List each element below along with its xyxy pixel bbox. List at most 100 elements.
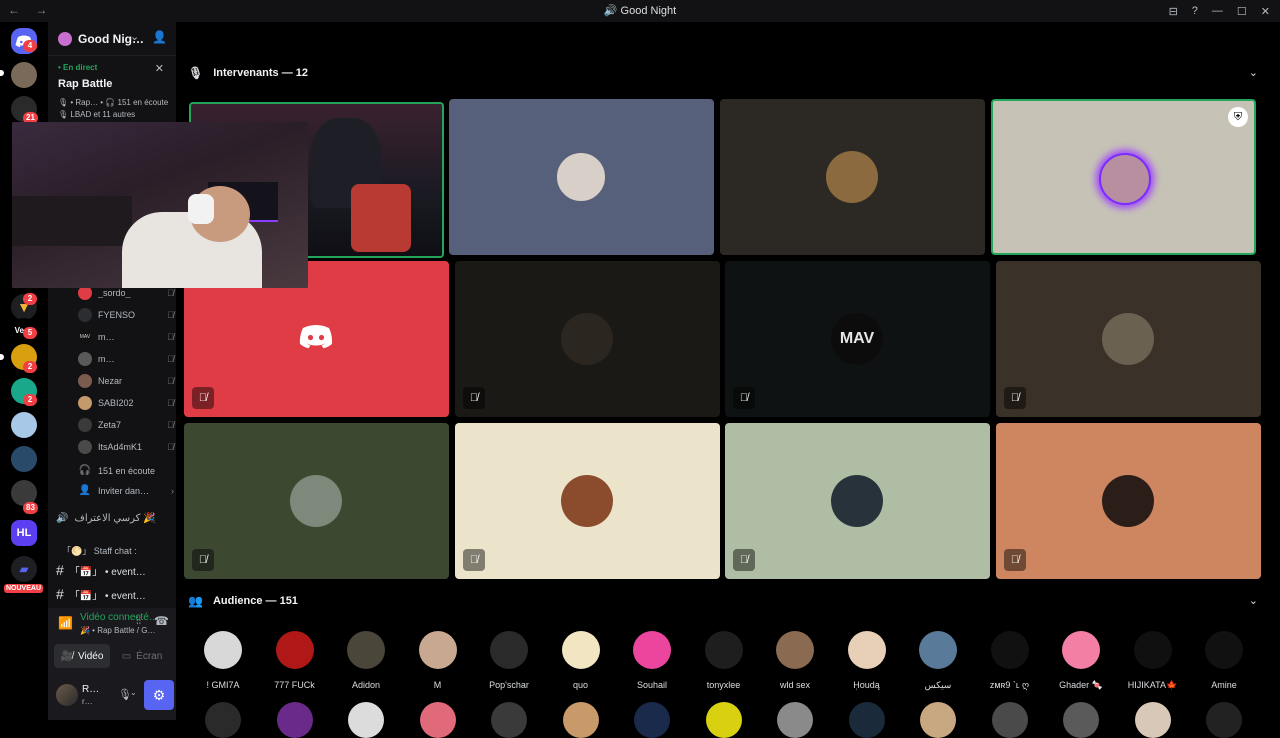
audience-member-avatar[interactable] <box>848 702 885 738</box>
stage-icon: 🔊 <box>603 5 621 17</box>
folder-icon[interactable]: ▰ <box>11 556 37 582</box>
audience-member-name: ! GMI7A <box>206 680 240 690</box>
audience-header[interactable]: 👥 Audience — 151 <box>188 591 298 611</box>
noise-suppression-icon[interactable]: ⫶⫶ <box>136 616 141 627</box>
video-off-icon: 🎥̸ <box>60 650 74 662</box>
member-item[interactable]: FYENSO 🎙̸ <box>78 306 174 324</box>
chevron-down-icon[interactable]: ⌄ <box>130 688 137 697</box>
member-item[interactable]: MAV m… 🎙̸ <box>78 328 174 346</box>
speaker-tile[interactable]: MAV 🎙̸ <box>725 261 990 417</box>
audience-member[interactable]: Pop'schar <box>477 631 541 690</box>
avatar <box>78 286 92 300</box>
audience-member[interactable]: wld sex <box>763 631 827 690</box>
audience-member[interactable]: M <box>406 631 470 690</box>
speaker-tile[interactable]: 🎙̸ <box>725 423 990 579</box>
speaker-tile[interactable]: 🎙̸ <box>455 261 720 417</box>
audience-member[interactable]: 777 FUCk <box>263 631 327 690</box>
speaker-tile[interactable] <box>720 99 985 255</box>
audience-member-avatar[interactable] <box>491 702 527 738</box>
gaming-chair <box>351 184 411 252</box>
audience-member-avatar[interactable] <box>777 702 813 738</box>
audience-member-avatar[interactable] <box>1134 702 1171 738</box>
listener-count[interactable]: 🎧 151 en écoute <box>78 462 174 480</box>
audience-member[interactable]: tonyxlee <box>692 631 756 690</box>
server-icon[interactable] <box>11 412 37 438</box>
audience-member-avatar[interactable] <box>205 702 241 738</box>
invite-link[interactable]: 👤 Inviter dan… › <box>78 482 174 500</box>
live-badge: • En direct <box>58 63 98 72</box>
audience-member[interactable]: Amine <box>1192 631 1256 690</box>
disconnect-icon[interactable]: ☎ <box>154 614 169 628</box>
settings-gear-icon[interactable]: ⚙ <box>144 680 174 710</box>
video-button[interactable]: 🎥̸ Vidéo <box>54 644 110 668</box>
user-name[interactable]: R… <box>82 684 99 695</box>
audience-member-avatar[interactable] <box>1063 702 1099 738</box>
close-icon[interactable]: ✕ <box>155 62 164 75</box>
help-icon[interactable]: ? <box>1192 5 1198 17</box>
member-name: SABI202 <box>98 398 134 408</box>
avatar <box>1099 153 1151 205</box>
voice-status[interactable]: Vidéo connecté… <box>80 612 159 623</box>
voice-channel[interactable]: 🔊 كرسي الاعتراف 🎉 <box>56 508 156 528</box>
server-icon[interactable] <box>11 62 37 88</box>
chevron-down-icon[interactable]: ⌄ <box>1249 594 1258 607</box>
server-icon-hl[interactable]: HL <box>11 520 37 546</box>
member-item[interactable]: SABI202 🎙̸ <box>78 394 174 412</box>
audience-member-avatar[interactable] <box>991 702 1028 738</box>
audience-member[interactable]: ! GMI7A <box>191 631 255 690</box>
audience-member[interactable]: Souhail <box>620 631 684 690</box>
chevron-down-icon[interactable]: ⌄ <box>1249 66 1258 79</box>
audience-member[interactable]: سيكس <box>906 631 970 691</box>
audience-member[interactable]: Ḥoudą <box>835 631 899 690</box>
speaker-tile[interactable]: 🎙̸ <box>996 261 1261 417</box>
member-item[interactable]: m… 🎙̸ <box>78 350 174 368</box>
voice-channel-path[interactable]: 🎉 • Rap Battle / G… <box>80 626 155 635</box>
signal-icon: 📶 <box>58 616 73 630</box>
audience-member[interactable]: ᴢᴍʀ9 `ʟ ღ <box>978 631 1042 691</box>
member-name: Zeta7 <box>98 420 122 430</box>
speaker-tile[interactable] <box>449 99 714 255</box>
audience-member-avatar[interactable] <box>1206 702 1242 738</box>
audience-member[interactable]: Ghader 🍬 <box>1049 631 1113 691</box>
avatar-mav-logo: MAV <box>831 313 883 365</box>
audience-member[interactable]: Adidon <box>334 631 398 690</box>
audience-member-name: tonyxlee <box>706 680 741 690</box>
member-item[interactable]: Nezar 🎙̸ <box>78 372 174 390</box>
audience-member-name: M <box>433 680 442 690</box>
text-channel[interactable]: # 「📅」 • event… <box>56 584 146 604</box>
audience-member-avatar[interactable] <box>634 702 670 738</box>
audience-member-avatar[interactable] <box>419 702 456 738</box>
category-header[interactable]: 「🌕」 Staff chat : <box>62 540 137 560</box>
live-stage-speakers: 🎙 LBAD et 11 autres <box>58 110 136 119</box>
avatar <box>275 631 314 669</box>
audience-member[interactable]: HIJIKATA🍁 <box>1121 631 1185 691</box>
audience-member-avatar[interactable] <box>276 702 313 738</box>
text-channel[interactable]: # 「📅」 • event… <box>56 560 146 580</box>
speaker-tile[interactable]: 🎙̸ <box>455 423 720 579</box>
stage-main: 🎙 Intervenants — 12 ⌄ ⛨ 🎙̸ 🎙̸ MAV 🎙̸ 🎙̸ 🎙̸… <box>176 22 1280 738</box>
audience-member-avatar[interactable] <box>920 702 956 738</box>
member-item[interactable]: ItsAd4mK1 🎙̸ <box>78 438 174 456</box>
minimize-button[interactable]: — <box>1212 5 1223 17</box>
invite-icon[interactable]: 👤 <box>152 30 167 44</box>
member-item[interactable]: Zeta7 🎙̸ <box>78 416 174 434</box>
audience-member-avatar[interactable] <box>348 702 384 738</box>
server-icon[interactable] <box>11 446 37 472</box>
inbox-icon[interactable]: ⊟ <box>1169 5 1178 18</box>
user-avatar[interactable] <box>56 684 78 706</box>
speaker-tile[interactable]: 🎙̸ <box>996 423 1261 579</box>
server-header[interactable]: Good Nig… ⌄ 👤 <box>48 22 176 56</box>
member-name: Nezar <box>98 376 123 386</box>
close-button[interactable]: ✕ <box>1261 5 1270 18</box>
speakers-header[interactable]: 🎙 Intervenants — 12 <box>188 63 308 83</box>
live-stage-card[interactable]: • En direct ✕ Rap Battle 🎙 • Rap… • 🎧 15… <box>48 58 176 119</box>
picture-in-picture-video[interactable] <box>12 122 308 288</box>
chevron-down-icon[interactable]: ⌄ <box>130 30 139 43</box>
audience-member[interactable]: quo <box>549 631 613 690</box>
audience-member-avatar[interactable] <box>562 702 599 738</box>
speaker-tile[interactable]: 🎙̸ <box>184 423 449 579</box>
speaker-tile[interactable]: ⛨ <box>991 99 1256 255</box>
screen-share-button[interactable]: ▭ Écran <box>114 644 170 668</box>
audience-member-avatar[interactable] <box>705 702 742 738</box>
maximize-button[interactable]: ☐ <box>1237 5 1247 18</box>
